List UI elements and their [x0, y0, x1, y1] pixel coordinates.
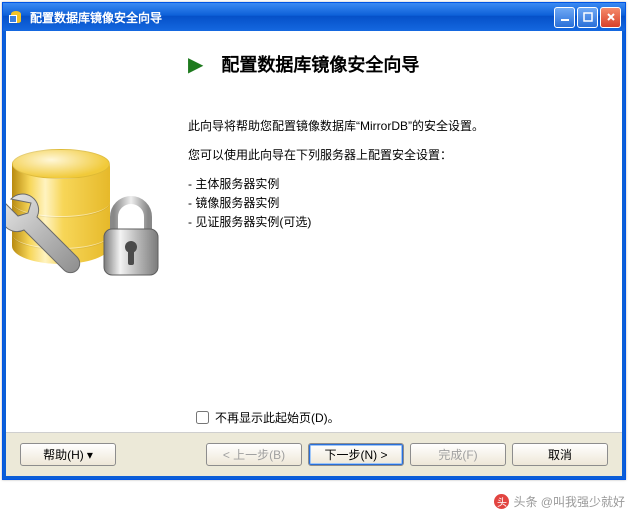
- dont-show-again-label: 不再显示此起始页(D)。: [215, 409, 340, 426]
- server-list: 主体服务器实例 镜像服务器实例 见证服务器实例(可选): [188, 175, 598, 231]
- wrench-icon: [6, 181, 106, 301]
- wizard-graphic: [6, 31, 176, 432]
- cancel-button[interactable]: 取消: [512, 443, 608, 466]
- minimize-button[interactable]: [554, 7, 575, 28]
- watermark-icon: 头: [494, 494, 509, 509]
- client-area: ▶ 配置数据库镜像安全向导 此向导将帮助您配置镜像数据库“MirrorDB”的安…: [3, 31, 625, 479]
- window-title: 配置数据库镜像安全向导: [30, 9, 554, 26]
- help-button[interactable]: 帮助(H) ▾: [20, 443, 116, 466]
- app-icon: [9, 9, 25, 25]
- padlock-icon: [96, 191, 166, 281]
- button-bar: 帮助(H) ▾ < 上一步(B) 下一步(N) > 完成(F) 取消: [6, 432, 622, 476]
- close-button[interactable]: [600, 7, 621, 28]
- list-item: 主体服务器实例: [188, 175, 598, 194]
- dropdown-icon: ▾: [87, 448, 93, 462]
- page-title: 配置数据库镜像安全向导: [221, 51, 419, 77]
- finish-button[interactable]: 完成(F): [410, 443, 506, 466]
- back-button[interactable]: < 上一步(B): [206, 443, 302, 466]
- intro-text: 此向导将帮助您配置镜像数据库“MirrorDB”的安全设置。: [188, 117, 598, 136]
- heading-arrow-icon: ▶: [188, 52, 203, 77]
- subintro-text: 您可以使用此向导在下列服务器上配置安全设置：: [188, 146, 598, 165]
- wizard-body: ▶ 配置数据库镜像安全向导 此向导将帮助您配置镜像数据库“MirrorDB”的安…: [176, 31, 622, 432]
- list-item: 镜像服务器实例: [188, 194, 598, 213]
- watermark-text: 头条 @叫我强少就好: [513, 493, 625, 510]
- maximize-button[interactable]: [577, 7, 598, 28]
- dialog-window: 配置数据库镜像安全向导: [2, 2, 626, 480]
- dont-show-again-row[interactable]: 不再显示此起始页(D)。: [196, 409, 340, 426]
- list-item: 见证服务器实例(可选): [188, 213, 598, 232]
- watermark: 头 头条 @叫我强少就好: [494, 493, 625, 510]
- next-button[interactable]: 下一步(N) >: [308, 443, 404, 466]
- titlebar[interactable]: 配置数据库镜像安全向导: [3, 3, 625, 31]
- dont-show-again-checkbox[interactable]: [196, 411, 209, 424]
